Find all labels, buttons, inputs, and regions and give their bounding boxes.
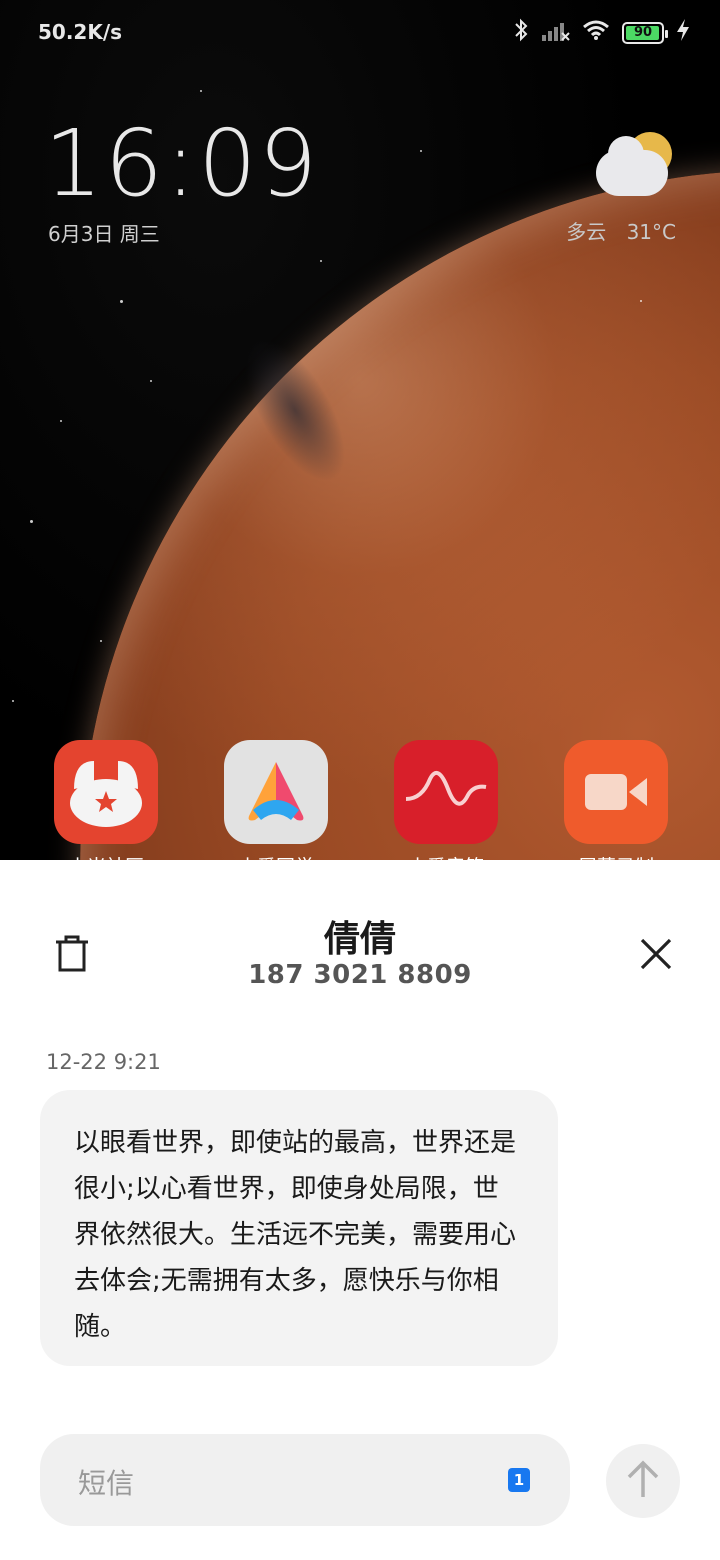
clock-date: 6月3日 周三 bbox=[48, 222, 160, 246]
weather-condition: 多云 bbox=[566, 220, 607, 244]
partly-cloudy-icon bbox=[596, 132, 676, 202]
sim-slot-badge[interactable]: 1 bbox=[508, 1468, 530, 1492]
close-button[interactable] bbox=[634, 932, 678, 976]
send-button[interactable] bbox=[606, 1444, 680, 1518]
battery-level: 90 bbox=[633, 25, 653, 40]
network-speed: 50.2K/s bbox=[38, 20, 123, 44]
message-timestamp: 12-22 9:21 bbox=[46, 1050, 161, 1074]
battery-icon: 90 bbox=[622, 21, 668, 44]
message-bubble: 以眼看世界，即使站的最高，世界还是很小;以心看世界，即使身处局限，世界依然很大。… bbox=[40, 1090, 558, 1366]
screen-record-icon[interactable] bbox=[564, 740, 668, 844]
weather-info: 多云 31°C bbox=[566, 216, 676, 245]
status-bar: 50.2K/s 90 bbox=[0, 0, 720, 64]
message-sheet: 倩倩 187 3021 8809 12-22 9:21 以眼看世界，即使站的最高… bbox=[0, 860, 720, 1560]
status-icons: 90 bbox=[514, 18, 690, 47]
app-dock: 小米社区 小爱同学 小爱音箱 屏幕录制 bbox=[0, 740, 720, 878]
xiaoai-speaker-icon[interactable] bbox=[394, 740, 498, 844]
contact-name: 倩倩 bbox=[323, 919, 396, 960]
weather-temperature: 31°C bbox=[626, 220, 676, 244]
clock-time: 16:09 bbox=[44, 110, 320, 217]
wifi-icon bbox=[582, 19, 610, 46]
signal-icon bbox=[542, 19, 570, 46]
arrow-up-icon bbox=[625, 1459, 661, 1503]
contact-number: 187 3021 8809 bbox=[248, 960, 472, 990]
close-icon bbox=[634, 938, 678, 980]
lock-screen: 50.2K/s 90 16:09 6月3日 周三 多云 31°C 倩倩 187 … bbox=[0, 0, 720, 1560]
xiaoai-icon[interactable] bbox=[224, 740, 328, 844]
sms-input-placeholder: 短信 bbox=[78, 1467, 135, 1500]
bluetooth-icon bbox=[514, 18, 530, 47]
mi-community-icon[interactable] bbox=[54, 740, 158, 844]
sms-input[interactable]: 短信 1 bbox=[40, 1434, 570, 1526]
charging-icon bbox=[676, 19, 690, 46]
